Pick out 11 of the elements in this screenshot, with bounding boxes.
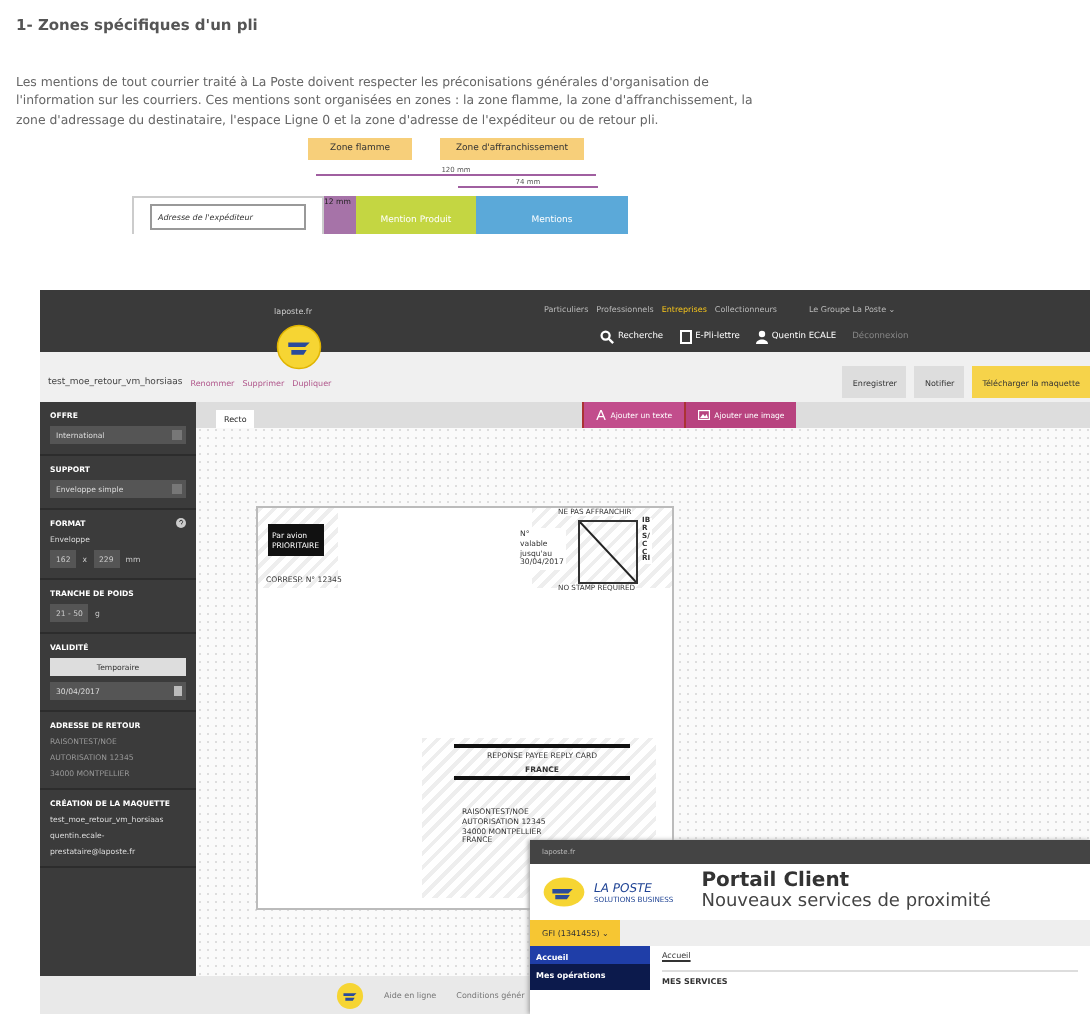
search-icon: [600, 330, 614, 344]
user-icon: [755, 330, 768, 344]
logo-icon: [336, 981, 364, 1010]
help-icon[interactable]: [176, 518, 186, 529]
document-icon: [679, 330, 692, 344]
logo-icon: [542, 876, 586, 908]
image-icon: [698, 410, 711, 421]
portal-title: Portail Client: [701, 872, 852, 892]
letter-a-icon: [596, 410, 607, 421]
portal-subtitle: Nouveaux services de proximité: [701, 892, 991, 912]
logo-icon: [276, 324, 322, 370]
